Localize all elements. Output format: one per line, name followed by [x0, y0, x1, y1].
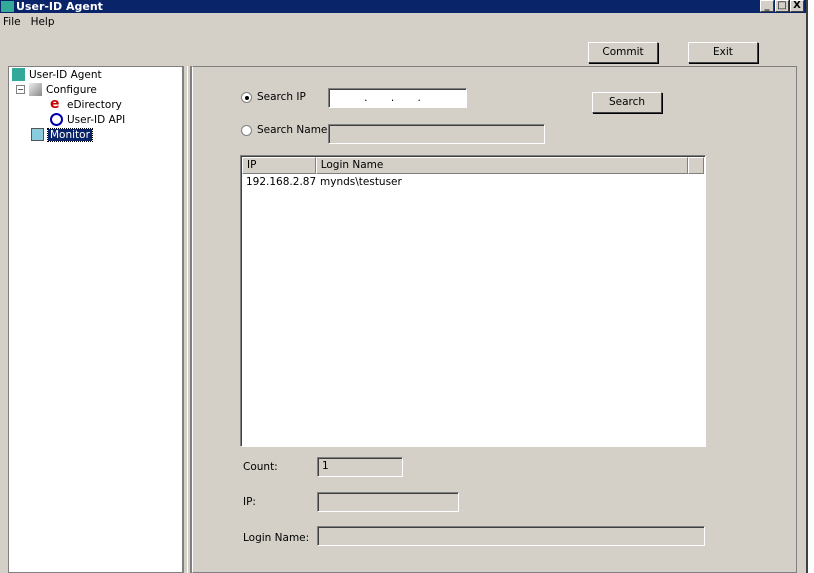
menu-help[interactable]: Help [31, 13, 55, 31]
title-bar: User-ID Agent _ □ X [0, 0, 806, 13]
cell-login-name: mynds\testuser [320, 176, 402, 188]
tree-item-monitor[interactable]: Monitor [31, 127, 93, 142]
radio-label: Search Name [257, 124, 328, 136]
radio-icon [241, 91, 252, 103]
login-name-label: Login Name: [243, 532, 310, 544]
count-label: Count: [243, 461, 278, 473]
app-logo-icon [1, 1, 14, 12]
login-name-field [317, 526, 705, 546]
column-header-ip[interactable]: IP [242, 157, 316, 174]
splitter[interactable] [182, 66, 192, 573]
main-window: User-ID Agent _ □ X File Help Commit Exi… [0, 0, 808, 573]
tree-label: User-ID API [67, 113, 126, 126]
menu-bar: File Help [0, 13, 806, 31]
count-field: 1 [317, 457, 403, 477]
tree-item-edirectory[interactable]: e eDirectory [50, 96, 122, 112]
ip-field [317, 492, 459, 512]
minimize-button[interactable]: _ [760, 0, 774, 12]
table-row[interactable]: 192.168.2.87 mynds\testuser [241, 175, 705, 189]
exit-button[interactable]: Exit [688, 42, 758, 63]
tree-label: eDirectory [67, 98, 122, 111]
tree-label: Configure [46, 83, 97, 96]
window-title: User-ID Agent [16, 0, 103, 13]
search-ip-radio[interactable]: Search IP [241, 91, 306, 103]
radio-label: Search IP [257, 91, 306, 103]
circle-icon [50, 113, 63, 126]
cell-ip: 192.168.2.87 [246, 176, 317, 188]
search-ip-input[interactable]: . . . [328, 88, 467, 108]
results-table: IP Login Name 192.168.2.87 mynds\testuse… [240, 155, 706, 447]
tree-item-configure[interactable]: − Configure [16, 83, 97, 96]
search-button[interactable]: Search [592, 92, 662, 113]
maximize-button[interactable]: □ [775, 0, 789, 12]
search-name-radio[interactable]: Search Name [241, 124, 327, 136]
search-name-input[interactable] [328, 124, 545, 144]
menu-file[interactable]: File [3, 13, 21, 31]
navigation-tree: User-ID Agent − Configure e eDirectory U… [8, 66, 182, 573]
tree-item-root[interactable]: User-ID Agent [12, 68, 102, 81]
commit-button[interactable]: Commit [588, 42, 658, 63]
tree-label: User-ID Agent [29, 68, 102, 81]
ip-label: IP: [243, 496, 256, 508]
radio-icon [241, 124, 252, 136]
tools-icon [29, 83, 42, 96]
tree-item-userid-api[interactable]: User-ID API [50, 113, 125, 126]
collapse-icon[interactable]: − [16, 85, 25, 94]
app-logo-icon [12, 68, 25, 81]
column-header-login-name[interactable]: Login Name [315, 157, 689, 174]
column-header-filler [688, 157, 704, 174]
close-button[interactable]: X [790, 0, 804, 12]
monitor-icon [31, 128, 44, 141]
edirectory-icon: e [50, 96, 60, 112]
tree-label: Monitor [47, 127, 93, 142]
